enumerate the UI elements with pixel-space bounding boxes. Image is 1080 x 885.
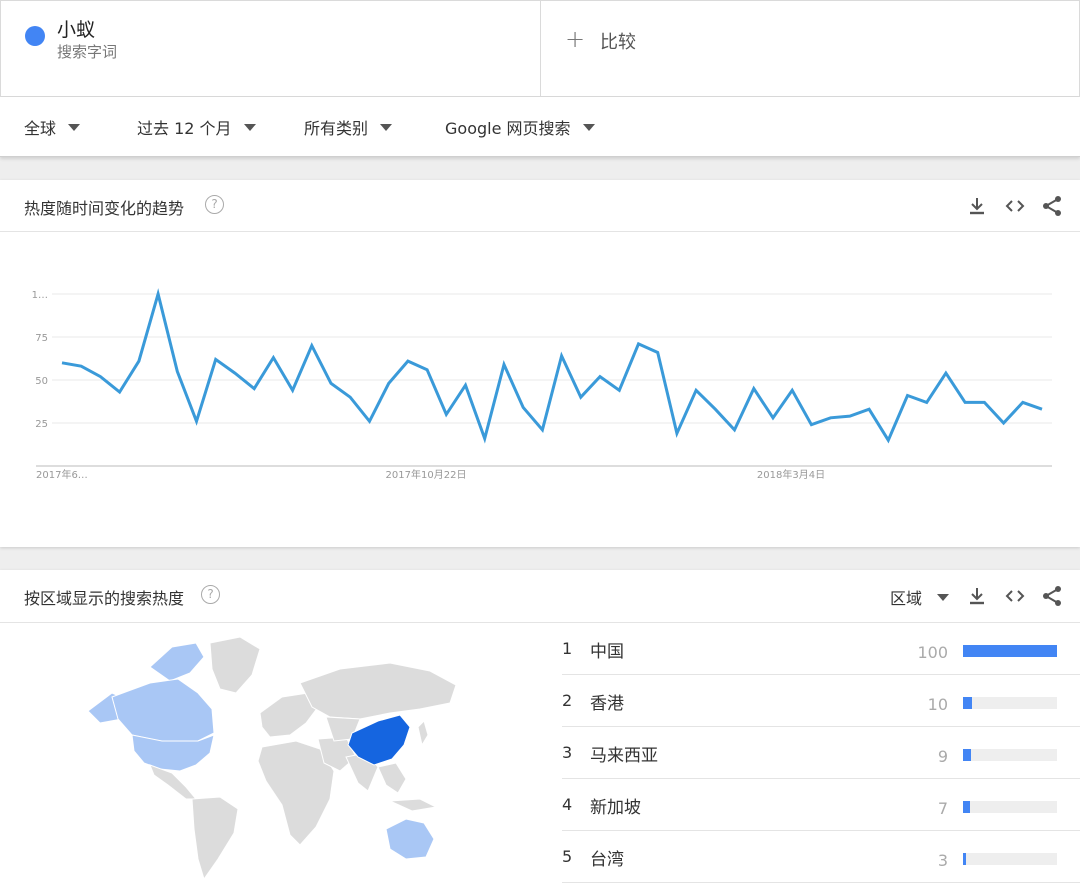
region-bar-fill [963,697,973,709]
compare-button[interactable]: + 比较 [541,1,1079,96]
region-row[interactable]: 4 新加坡 7 [562,779,1080,831]
x-tick-label: 2017年10月22日 [386,468,467,481]
caret-down-icon [243,123,256,131]
search-term-card[interactable]: 小蚁 搜索字词 [1,1,541,96]
map-japan [417,720,429,747]
y-tick-label: 1… [32,290,48,301]
y-tick-label: 50 [35,376,48,387]
region-bar [963,645,1057,657]
caret-down-icon[interactable] [937,594,949,601]
interest-by-region-card: 按区域显示的搜索热度 ? 区域 1 中国 100 2 香港 10 3 马来西亚 … [0,570,1080,885]
y-tick-label: 75 [35,333,48,344]
region-rank: 4 [562,795,573,814]
search-type-filter-label: Google 网页搜索 [445,119,571,138]
trend-chart: 1… 75 50 25 2017年6… 2017年10月22日 2018年3月4日 [32,288,1052,481]
map-indonesia [389,798,438,812]
card-title: 按区域显示的搜索热度 [24,589,185,608]
category-filter[interactable]: 所有类别 [304,115,393,139]
term-name: 小蚁 [57,19,96,41]
region-filter-label: 全球 [24,119,57,138]
period-filter[interactable]: 过去 12 个月 [137,115,256,139]
region-rank: 5 [562,847,573,866]
y-tick-label: 25 [35,419,48,430]
caret-down-icon [380,123,393,131]
resolution-dropdown[interactable]: 区域 [890,585,922,609]
search-terms-bar: 小蚁 搜索字词 + 比较 [0,0,1080,97]
region-name: 台湾 [590,850,624,870]
interest-over-time-card: 热度随时间变化的趋势 ? 1… 75 50 25 2017年6… 2017年10月22日 2… [0,180,1080,547]
card-header: 按区域显示的搜索热度 ? 区域 [0,570,1080,623]
region-name: 中国 [590,642,624,662]
map-russia [299,662,457,720]
category-filter-label: 所有类别 [304,119,369,138]
region-value: 9 [937,747,948,766]
map-australia [385,818,435,860]
region-row[interactable]: 2 香港 10 [562,675,1080,727]
region-filter[interactable]: 全球 [24,115,81,139]
region-rank: 3 [562,743,573,762]
compare-label: 比较 [600,32,636,53]
filter-bar: 全球 过去 12 个月 所有类别 Google 网页搜索 [0,97,1080,157]
map-south-america [191,796,239,881]
term-type: 搜索字词 [57,43,118,61]
region-bar [963,749,1057,761]
embed-icon[interactable] [1003,584,1027,608]
x-tick-label: 2017年6… [36,468,88,481]
region-rank: 2 [562,691,573,710]
region-name: 新加坡 [590,798,641,818]
region-value: 100 [917,643,948,662]
plus-icon: + [565,25,586,53]
region-row[interactable]: 3 马来西亚 9 [562,727,1080,779]
search-type-filter[interactable]: Google 网页搜索 [445,115,595,139]
region-bar-fill [963,645,1057,657]
region-bar [963,853,1057,865]
map-southeast-asia [377,762,407,794]
period-filter-label: 过去 12 个月 [137,119,232,138]
region-value: 10 [927,695,948,714]
x-tick-label: 2018年3月4日 [757,468,825,481]
map-canada-islands [149,642,205,682]
caret-down-icon [68,123,81,131]
region-bar [963,697,1057,709]
region-bar [963,801,1057,813]
region-bar-fill [963,749,972,761]
region-name: 马来西亚 [590,746,658,766]
region-row[interactable]: 1 中国 100 [562,623,1080,675]
caret-down-icon [582,123,595,131]
term-color-dot [25,26,45,46]
region-bar-fill [963,853,966,865]
region-bar-fill [963,801,970,813]
map-greenland [209,636,261,694]
region-row[interactable]: 5 台湾 3 [562,831,1080,883]
world-map[interactable] [0,623,540,885]
download-icon[interactable] [965,584,989,608]
share-icon[interactable] [1040,584,1064,608]
series-line [61,288,1043,444]
help-icon[interactable]: ? [201,585,220,604]
region-name: 香港 [590,694,624,714]
region-rank: 1 [562,639,573,658]
region-value: 7 [937,799,948,818]
map-canada [111,678,215,742]
region-value: 3 [937,851,948,870]
